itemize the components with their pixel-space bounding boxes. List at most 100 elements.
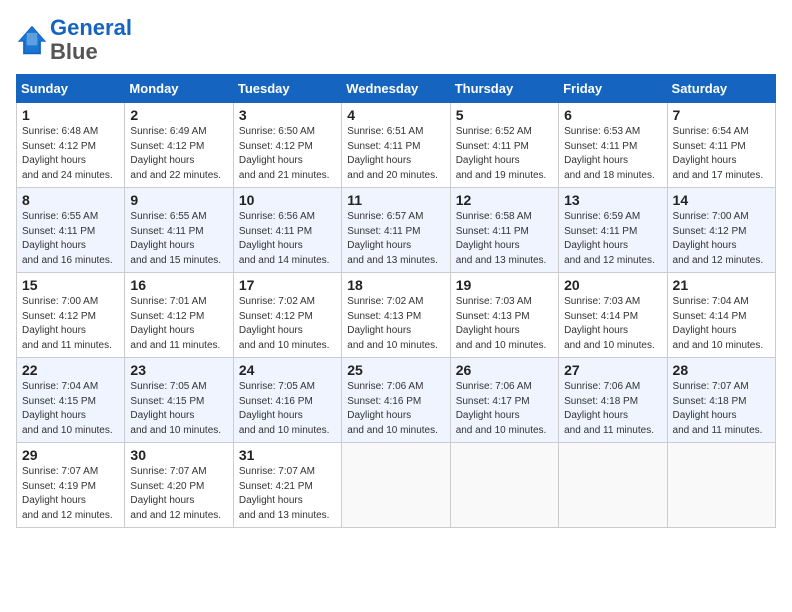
day-info: Sunrise: 7:06 AMSunset: 4:17 PMDaylight … (456, 380, 553, 438)
page-header: General Blue (16, 16, 776, 64)
day-info: Sunrise: 6:58 AMSunset: 4:11 PMDaylight … (456, 210, 553, 268)
logo-text: General Blue (50, 16, 132, 64)
calendar-cell: 21 Sunrise: 7:04 AMSunset: 4:14 PMDayligh… (667, 273, 775, 358)
day-number: 1 (22, 107, 119, 123)
day-number: 18 (347, 277, 444, 293)
day-info: Sunrise: 7:07 AMSunset: 4:20 PMDaylight … (130, 465, 227, 523)
calendar-cell: 30 Sunrise: 7:07 AMSunset: 4:20 PMDayligh… (125, 443, 233, 528)
day-info: Sunrise: 6:51 AMSunset: 4:11 PMDaylight … (347, 125, 444, 183)
day-number: 26 (456, 362, 553, 378)
calendar-cell: 25Sunrise: 7:06 AMSunset: 4:16 PMDayligh… (342, 358, 450, 443)
calendar-cell: 27 Sunrise: 7:06 AMSunset: 4:18 PMDayligh… (559, 358, 667, 443)
calendar-header-tuesday: Tuesday (233, 75, 341, 103)
calendar-week-row: 22 Sunrise: 7:04 AMSunset: 4:15 PMDayligh… (17, 358, 776, 443)
day-number: 22 (22, 362, 119, 378)
day-info: Sunrise: 6:52 AMSunset: 4:11 PMDaylight … (456, 125, 553, 183)
logo: General Blue (16, 16, 132, 64)
calendar-cell (450, 443, 558, 528)
calendar-header-row: SundayMondayTuesdayWednesdayThursdayFrid… (17, 75, 776, 103)
calendar-cell: 17 Sunrise: 7:02 AMSunset: 4:12 PMDayligh… (233, 273, 341, 358)
calendar-cell: 20 Sunrise: 7:03 AMSunset: 4:14 PMDayligh… (559, 273, 667, 358)
day-number: 27 (564, 362, 661, 378)
calendar-cell: 26 Sunrise: 7:06 AMSunset: 4:17 PMDayligh… (450, 358, 558, 443)
calendar-week-row: 1 Sunrise: 6:48 AMSunset: 4:12 PMDaylight… (17, 103, 776, 188)
calendar-table: SundayMondayTuesdayWednesdayThursdayFrid… (16, 74, 776, 528)
day-info: Sunrise: 6:53 AMSunset: 4:11 PMDaylight … (564, 125, 661, 183)
day-info: Sunrise: 6:56 AMSunset: 4:11 PMDaylight … (239, 210, 336, 268)
day-number: 30 (130, 447, 227, 463)
calendar-cell: 2Sunrise: 6:49 AMSunset: 4:12 PMDaylight… (125, 103, 233, 188)
calendar-cell: 10 Sunrise: 6:56 AMSunset: 4:11 PMDayligh… (233, 188, 341, 273)
day-number: 12 (456, 192, 553, 208)
calendar-cell: 12 Sunrise: 6:58 AMSunset: 4:11 PMDayligh… (450, 188, 558, 273)
calendar-cell: 9Sunrise: 6:55 AMSunset: 4:11 PMDaylight… (125, 188, 233, 273)
calendar-header-saturday: Saturday (667, 75, 775, 103)
calendar-cell: 11 Sunrise: 6:57 AMSunset: 4:11 PMDayligh… (342, 188, 450, 273)
day-number: 6 (564, 107, 661, 123)
calendar-body: 1 Sunrise: 6:48 AMSunset: 4:12 PMDaylight… (17, 103, 776, 528)
day-number: 4 (347, 107, 444, 123)
calendar-cell (667, 443, 775, 528)
calendar-header-wednesday: Wednesday (342, 75, 450, 103)
calendar-cell: 19Sunrise: 7:03 AMSunset: 4:13 PMDayligh… (450, 273, 558, 358)
day-info: Sunrise: 7:06 AMSunset: 4:18 PMDaylight … (564, 380, 661, 438)
day-info: Sunrise: 7:06 AMSunset: 4:16 PMDaylight … (347, 380, 444, 438)
day-info: Sunrise: 6:50 AMSunset: 4:12 PMDaylight … (239, 125, 336, 183)
day-info: Sunrise: 7:03 AMSunset: 4:14 PMDaylight … (564, 295, 661, 353)
day-info: Sunrise: 6:59 AMSunset: 4:11 PMDaylight … (564, 210, 661, 268)
day-number: 28 (673, 362, 770, 378)
day-info: Sunrise: 7:02 AMSunset: 4:12 PMDaylight … (239, 295, 336, 353)
logo-icon (16, 24, 48, 56)
day-number: 21 (673, 277, 770, 293)
calendar-cell (342, 443, 450, 528)
day-info: Sunrise: 7:03 AMSunset: 4:13 PMDaylight … (456, 295, 553, 353)
calendar-cell (559, 443, 667, 528)
calendar-cell: 28 Sunrise: 7:07 AMSunset: 4:18 PMDayligh… (667, 358, 775, 443)
day-number: 3 (239, 107, 336, 123)
day-info: Sunrise: 7:07 AMSunset: 4:21 PMDaylight … (239, 465, 336, 523)
day-number: 7 (673, 107, 770, 123)
calendar-cell: 13Sunrise: 6:59 AMSunset: 4:11 PMDayligh… (559, 188, 667, 273)
calendar-week-row: 15 Sunrise: 7:00 AMSunset: 4:12 PMDayligh… (17, 273, 776, 358)
day-info: Sunrise: 7:07 AMSunset: 4:19 PMDaylight … (22, 465, 119, 523)
day-number: 23 (130, 362, 227, 378)
calendar-cell: 7 Sunrise: 6:54 AMSunset: 4:11 PMDaylight… (667, 103, 775, 188)
day-info: Sunrise: 7:04 AMSunset: 4:14 PMDaylight … (673, 295, 770, 353)
calendar-header-friday: Friday (559, 75, 667, 103)
calendar-cell: 4 Sunrise: 6:51 AMSunset: 4:11 PMDaylight… (342, 103, 450, 188)
day-number: 16 (130, 277, 227, 293)
day-info: Sunrise: 6:55 AMSunset: 4:11 PMDaylight … (22, 210, 119, 268)
day-info: Sunrise: 6:49 AMSunset: 4:12 PMDaylight … (130, 125, 227, 183)
calendar-cell: 15 Sunrise: 7:00 AMSunset: 4:12 PMDayligh… (17, 273, 125, 358)
day-info: Sunrise: 7:00 AMSunset: 4:12 PMDaylight … (673, 210, 770, 268)
day-number: 5 (456, 107, 553, 123)
day-info: Sunrise: 7:01 AMSunset: 4:12 PMDaylight … (130, 295, 227, 353)
day-info: Sunrise: 7:02 AMSunset: 4:13 PMDaylight … (347, 295, 444, 353)
day-number: 14 (673, 192, 770, 208)
day-number: 11 (347, 192, 444, 208)
day-info: Sunrise: 7:04 AMSunset: 4:15 PMDaylight … (22, 380, 119, 438)
day-number: 20 (564, 277, 661, 293)
day-info: Sunrise: 7:05 AMSunset: 4:15 PMDaylight … (130, 380, 227, 438)
day-info: Sunrise: 7:00 AMSunset: 4:12 PMDaylight … (22, 295, 119, 353)
day-info: Sunrise: 6:48 AMSunset: 4:12 PMDaylight … (22, 125, 119, 183)
day-number: 29 (22, 447, 119, 463)
calendar-cell: 23 Sunrise: 7:05 AMSunset: 4:15 PMDayligh… (125, 358, 233, 443)
day-info: Sunrise: 7:07 AMSunset: 4:18 PMDaylight … (673, 380, 770, 438)
calendar-header-thursday: Thursday (450, 75, 558, 103)
calendar-header-monday: Monday (125, 75, 233, 103)
day-info: Sunrise: 6:57 AMSunset: 4:11 PMDaylight … (347, 210, 444, 268)
calendar-cell: 1 Sunrise: 6:48 AMSunset: 4:12 PMDaylight… (17, 103, 125, 188)
calendar-week-row: 8 Sunrise: 6:55 AMSunset: 4:11 PMDaylight… (17, 188, 776, 273)
day-number: 8 (22, 192, 119, 208)
day-number: 10 (239, 192, 336, 208)
day-number: 24 (239, 362, 336, 378)
day-info: Sunrise: 7:05 AMSunset: 4:16 PMDaylight … (239, 380, 336, 438)
calendar-cell: 22 Sunrise: 7:04 AMSunset: 4:15 PMDayligh… (17, 358, 125, 443)
calendar-cell: 31Sunrise: 7:07 AMSunset: 4:21 PMDayligh… (233, 443, 341, 528)
calendar-cell: 18 Sunrise: 7:02 AMSunset: 4:13 PMDayligh… (342, 273, 450, 358)
day-number: 15 (22, 277, 119, 293)
calendar-cell: 6 Sunrise: 6:53 AMSunset: 4:11 PMDaylight… (559, 103, 667, 188)
day-info: Sunrise: 6:54 AMSunset: 4:11 PMDaylight … (673, 125, 770, 183)
day-number: 17 (239, 277, 336, 293)
